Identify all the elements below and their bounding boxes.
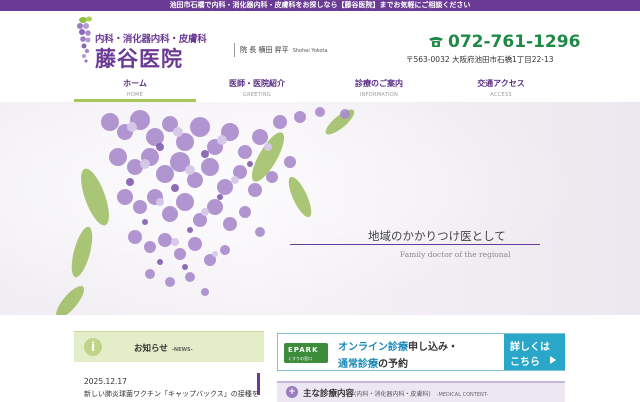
hero-tagline-en: Family doctor of the regional	[400, 250, 511, 259]
site-logo[interactable]: 内科・消化器内科・皮膚科 藤谷医院	[74, 14, 224, 71]
epark-logo-text: EPARK	[288, 346, 319, 354]
services-title: 主な診療内容(内科・消化器内科・皮膚科) -MEDICAL CONTENT-	[303, 387, 488, 399]
nav-label: 医師・医院紹介	[229, 79, 285, 88]
wisteria-hero-image	[0, 102, 640, 315]
nav-label-en: ACCESS	[490, 92, 512, 98]
nav-label-en: GREETING	[242, 92, 272, 98]
nav-item-greeting[interactable]: 医師・医院紹介 GREETING	[196, 72, 318, 102]
header-divider	[234, 43, 235, 57]
main-nav: ホーム HOME 医師・医院紹介 GREETING 診療のご案内 INFORMA…	[74, 72, 564, 102]
news-title-en: -NEWS-	[171, 347, 193, 353]
nav-label: ホーム	[123, 79, 147, 88]
site-header: 内科・消化器内科・皮膚科 藤谷医院 院 長 横田 昇平 Shohei Yokota…	[0, 11, 640, 72]
nav-item-home[interactable]: ホーム HOME	[74, 72, 196, 102]
phone-number[interactable]: 072-761-1296	[428, 32, 580, 52]
news-scrollbar[interactable]	[257, 373, 260, 395]
nav-label-en: HOME	[126, 92, 144, 98]
director-label: 院 長 横田 昇平	[240, 46, 289, 54]
director-name: 院 長 横田 昇平 Shohei Yokota	[240, 45, 328, 55]
clinic-address: 〒563-0032 大阪府池田市石橋1丁目22-13	[406, 55, 554, 64]
epark-line1-rest: 申し込み・	[408, 342, 458, 353]
epark-line1: オンライン診療申し込み・	[338, 338, 458, 353]
nav-item-information[interactable]: 診療のご案内 INFORMATION	[318, 72, 440, 102]
services-title-en: -MEDICAL CONTENT-	[436, 392, 489, 398]
plus-icon: +	[286, 386, 298, 398]
news-title: お知らせ -NEWS-	[134, 342, 193, 354]
hero-tagline: 地域のかかりつけ医として	[368, 229, 506, 243]
epark-banner[interactable]: EPARK くすりの窓口 オンライン診療申し込み・ 通常診療の予約 詳しくは こ…	[277, 333, 565, 371]
epark-logo: EPARK くすりの窓口	[284, 343, 328, 363]
services-title-jp: 主な診療内容	[303, 389, 355, 399]
nav-label: 交通アクセス	[477, 79, 525, 88]
news-section: i お知らせ -NEWS- 2025.12.17 新しい肺炎球菌ワクチン「キャップ…	[74, 331, 264, 400]
phone-text: 072-761-1296	[448, 32, 581, 52]
director-roman: Shohei Yokota	[292, 48, 328, 54]
news-date: 2025.12.17	[84, 377, 127, 386]
top-announcement-bar: 池田市石橋で内科・消化器内科・皮膚科をお探しなら【藤谷医院】までお気軽にご相談く…	[0, 0, 640, 11]
epark-line2-accent: 通常診療	[338, 359, 378, 370]
news-item-link[interactable]: 新しい肺炎球菌ワクチン「キャップバックス」の接種を	[84, 389, 259, 399]
epark-line2: 通常診療の予約	[338, 355, 408, 370]
info-icon: i	[84, 338, 102, 356]
wisteria-logo-icon	[77, 16, 92, 63]
epark-line1-accent: オンライン診療	[338, 342, 408, 353]
epark-details-button[interactable]: 詳しくは こちら	[504, 334, 565, 370]
hero-tagline-underline	[290, 244, 540, 245]
nav-item-access[interactable]: 交通アクセス ACCESS	[440, 72, 562, 102]
epark-logo-sub: くすりの窓口	[288, 356, 312, 361]
news-title-jp: お知らせ	[134, 344, 168, 354]
services-header: + 主な診療内容(内科・消化器内科・皮膚科) -MEDICAL CONTENT-	[277, 381, 565, 402]
hero-banner: 地域のかかりつけ医として Family doctor of the region…	[0, 102, 640, 315]
epark-btn-line1: 詳しくは	[510, 342, 550, 353]
arrow-right-icon	[550, 356, 556, 364]
nav-label-en: INFORMATION	[359, 92, 399, 98]
logo-clinic-name: 藤谷医院	[95, 46, 183, 71]
nav-label: 診療のご案内	[355, 79, 403, 88]
news-header: i お知らせ -NEWS-	[74, 331, 264, 362]
telephone-icon	[429, 37, 443, 47]
services-title-sub: (内科・消化器内科・皮膚科)	[354, 391, 431, 398]
epark-line2-rest: の予約	[378, 359, 408, 370]
epark-btn-line2: こちら	[510, 357, 540, 368]
